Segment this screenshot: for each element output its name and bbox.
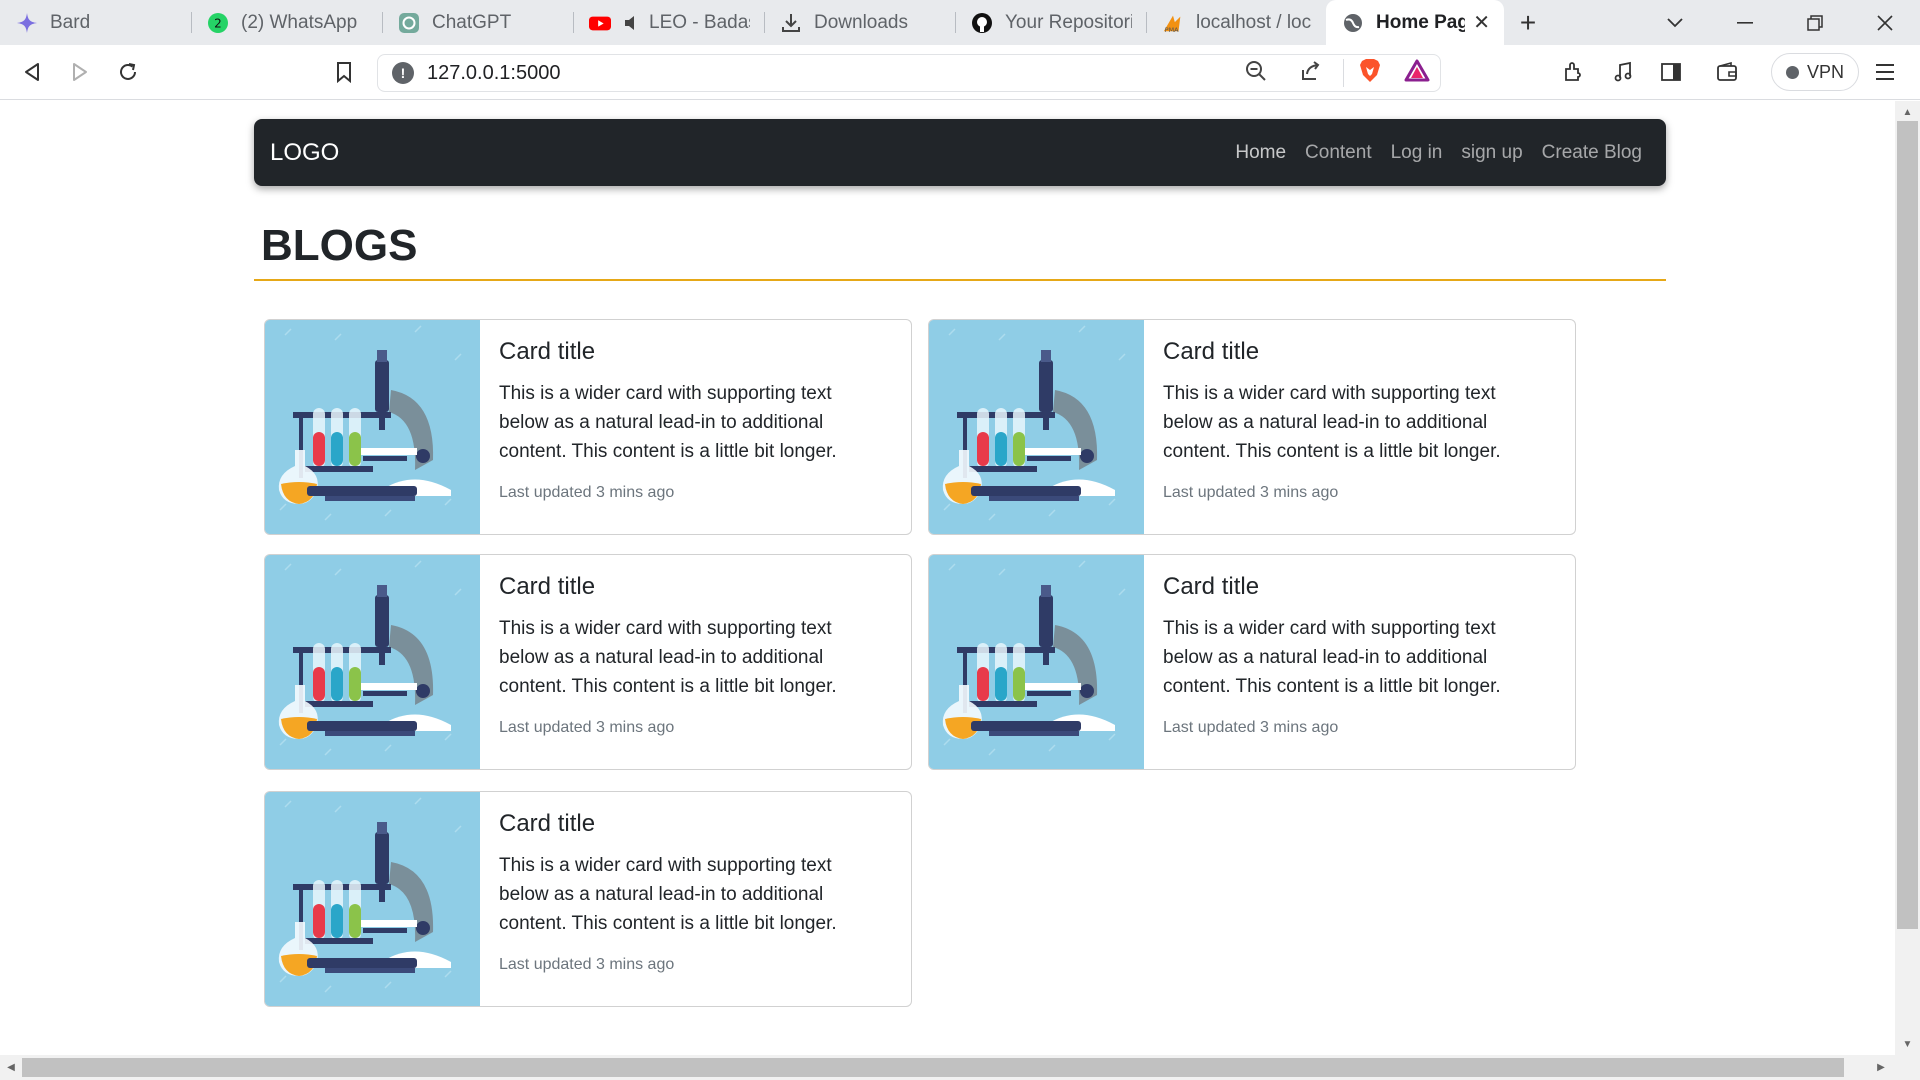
card-updated-text: Last updated 3 mins ago xyxy=(499,718,675,736)
tab-phpmyadmin[interactable]: PMA localhost / localhost xyxy=(1146,0,1326,45)
card-text: This is a wider card with supporting tex… xyxy=(499,854,837,934)
tab-search-icon[interactable] xyxy=(1640,0,1710,45)
vertical-scrollbar[interactable]: ▲ ▼ xyxy=(1895,101,1920,1055)
tab-label: Home Page xyxy=(1376,11,1466,33)
nav-link-content[interactable]: Content xyxy=(1305,142,1372,164)
tab-label: Your Repositories xyxy=(1005,11,1132,33)
tab-label: localhost / localhost xyxy=(1196,11,1312,33)
close-window-button[interactable] xyxy=(1850,0,1920,45)
url-text[interactable]: 127.0.0.1:5000 xyxy=(427,62,560,85)
tab-label: (2) WhatsApp xyxy=(241,11,358,33)
card-updated-text: Last updated 3 mins ago xyxy=(499,955,675,973)
download-icon xyxy=(780,12,802,34)
phpmyadmin-icon: PMA xyxy=(1162,12,1184,34)
scroll-up-arrow-icon[interactable]: ▲ xyxy=(1895,103,1920,121)
restore-button[interactable] xyxy=(1780,0,1850,45)
minimize-button[interactable] xyxy=(1710,0,1780,45)
card-updated-text: Last updated 3 mins ago xyxy=(1163,483,1339,501)
nav-links: Home Content Log in sign up Create Blog xyxy=(1235,142,1642,164)
scroll-down-arrow-icon[interactable]: ▼ xyxy=(1895,1035,1920,1053)
bard-icon xyxy=(16,12,38,34)
card-image xyxy=(265,320,480,534)
card-title[interactable]: Card title xyxy=(1163,573,1523,602)
card-text: This is a wider card with supporting tex… xyxy=(499,382,837,462)
tab-label: Downloads xyxy=(814,11,908,33)
svg-text:2: 2 xyxy=(214,16,222,30)
vpn-button[interactable]: VPN xyxy=(1771,53,1859,91)
tab-chatgpt[interactable]: ChatGPT xyxy=(382,0,573,45)
card-updated-text: Last updated 3 mins ago xyxy=(499,483,675,501)
nav-link-log-in[interactable]: Log in xyxy=(1391,142,1443,164)
browser-toolbar: ! 127.0.0.1:5000 VPN xyxy=(0,45,1920,100)
sidebar-toggle-icon[interactable] xyxy=(1647,52,1695,92)
speaker-icon[interactable] xyxy=(623,12,641,34)
vpn-status-icon xyxy=(1785,65,1799,79)
vpn-label: VPN xyxy=(1806,61,1844,82)
card-title[interactable]: Card title xyxy=(499,338,859,367)
tab-downloads[interactable]: Downloads xyxy=(764,0,955,45)
card-updated-text: Last updated 3 mins ago xyxy=(1163,718,1339,736)
divider xyxy=(1343,59,1344,87)
title-divider xyxy=(254,279,1666,281)
tab-bard[interactable]: Bard xyxy=(0,0,191,45)
whatsapp-icon: 2 xyxy=(207,12,229,34)
close-tab-icon[interactable]: ✕ xyxy=(1473,10,1490,35)
tab-label: ChatGPT xyxy=(432,11,512,33)
nav-link-sign-up[interactable]: sign up xyxy=(1461,142,1522,164)
page-title: BLOGS xyxy=(261,221,418,270)
scroll-right-arrow-icon[interactable]: ▶ xyxy=(1870,1055,1892,1080)
site-info-icon[interactable]: ! xyxy=(392,62,414,84)
card-title[interactable]: Card title xyxy=(499,810,859,839)
card-image xyxy=(265,555,480,769)
bookmark-icon[interactable] xyxy=(320,52,368,92)
blog-card[interactable]: Card title This is a wider card with sup… xyxy=(264,319,912,535)
tab-whatsapp[interactable]: 2 (2) WhatsApp xyxy=(191,0,382,45)
menu-icon[interactable] xyxy=(1861,52,1909,92)
share-icon[interactable] xyxy=(1299,60,1321,87)
wallet-icon[interactable] xyxy=(1703,52,1751,92)
card-image xyxy=(929,555,1144,769)
tab-youtube[interactable]: LEO - Badass xyxy=(573,0,764,45)
media-music-icon[interactable] xyxy=(1599,52,1647,92)
blog-card[interactable]: Card title This is a wider card with sup… xyxy=(928,554,1576,770)
brave-rewards-icon[interactable] xyxy=(1404,59,1430,88)
page-viewport: LOGO Home Content Log in sign up Create … xyxy=(0,101,1895,1055)
address-bar[interactable]: ! 127.0.0.1:5000 xyxy=(377,54,1441,92)
blog-card[interactable]: Card title This is a wider card with sup… xyxy=(264,554,912,770)
nav-link-create-blog[interactable]: Create Blog xyxy=(1542,142,1642,164)
tab-github[interactable]: Your Repositories xyxy=(955,0,1146,45)
blog-card[interactable]: Card title This is a wider card with sup… xyxy=(264,791,912,1007)
site-navbar: LOGO Home Content Log in sign up Create … xyxy=(254,119,1666,186)
nav-link-home[interactable]: Home xyxy=(1235,142,1286,164)
card-text: This is a wider card with supporting tex… xyxy=(499,617,837,697)
tab-home-page[interactable]: Home Page ✕ xyxy=(1326,0,1504,45)
brave-shields-icon[interactable] xyxy=(1358,58,1382,89)
card-title[interactable]: Card title xyxy=(1163,338,1523,367)
new-tab-button[interactable]: + xyxy=(1504,0,1552,45)
card-image xyxy=(929,320,1144,534)
chatgpt-icon xyxy=(398,12,420,34)
back-button[interactable] xyxy=(8,52,56,92)
card-title[interactable]: Card title xyxy=(499,573,859,602)
tab-label: LEO - Badass xyxy=(649,11,750,33)
scroll-left-arrow-icon[interactable]: ◀ xyxy=(0,1055,22,1080)
card-image xyxy=(265,792,480,1006)
card-text: This is a wider card with supporting tex… xyxy=(1163,382,1501,462)
tab-label: Bard xyxy=(50,11,91,33)
svg-text:PMA: PMA xyxy=(1165,26,1179,34)
github-icon xyxy=(971,12,993,34)
reload-button[interactable] xyxy=(104,52,152,92)
forward-button[interactable] xyxy=(56,52,104,92)
youtube-icon xyxy=(589,12,611,34)
extensions-icon[interactable] xyxy=(1550,52,1598,92)
horizontal-scroll-thumb[interactable] xyxy=(22,1058,1844,1077)
vertical-scroll-thumb[interactable] xyxy=(1897,121,1918,929)
card-text: This is a wider card with supporting tex… xyxy=(1163,617,1501,697)
horizontal-scrollbar[interactable]: ◀ ▶ xyxy=(0,1055,1920,1080)
zoom-out-icon[interactable] xyxy=(1245,60,1267,87)
blog-card[interactable]: Card title This is a wider card with sup… xyxy=(928,319,1576,535)
browser-tab-strip: Bard 2 (2) WhatsApp ChatGPT LEO - Badass… xyxy=(0,0,1920,45)
globe-icon xyxy=(1342,12,1364,34)
site-logo[interactable]: LOGO xyxy=(270,139,339,167)
